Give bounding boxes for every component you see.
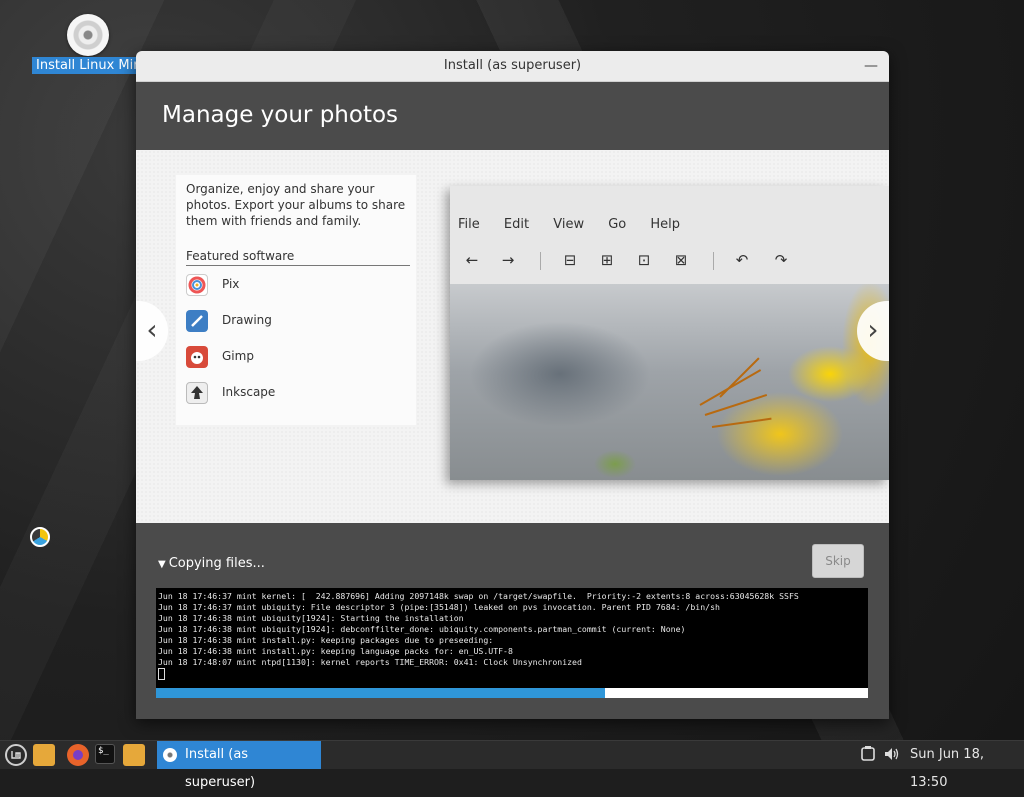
forward-arrow-icon: → [501, 251, 515, 269]
progress-bar-fill [156, 688, 605, 698]
pix-icon [186, 274, 208, 296]
volume-icon[interactable] [883, 745, 901, 765]
preview-menu-item: File [458, 217, 480, 232]
progress-bar [156, 688, 868, 698]
previous-slide-button[interactable]: ‹ [136, 301, 168, 361]
installer-window: Install (as superuser) — Manage your pho… [136, 51, 889, 719]
progress-status: Copying files... [168, 556, 265, 571]
terminal-cursor [158, 668, 165, 680]
pix-screenshot-preview: File Edit View Go Help ← → ⊟ ⊞ ⊡ ⊠ ↶ ↷ [450, 186, 889, 480]
gimp-icon [186, 346, 208, 368]
zoom-in-icon: ⊞ [600, 251, 614, 269]
zoom-out-icon: ⊟ [563, 251, 577, 269]
app-item-inkscape: Inkscape [186, 382, 406, 406]
home-folder-icon[interactable] [123, 744, 145, 766]
clock[interactable]: Sun Jun 18, 13:50 [910, 741, 1024, 797]
terminal-glyph: $_ [98, 746, 109, 756]
preview-menu-item: Edit [503, 217, 530, 232]
window-titlebar[interactable]: Install (as superuser) — [136, 51, 889, 82]
log-text: Jun 18 17:46:37 mint kernel: [ 242.88769… [158, 591, 799, 667]
back-arrow-icon: ← [465, 251, 479, 269]
slide-info-panel: Organize, enjoy and share your photos. E… [176, 175, 416, 425]
preview-menu-item: Go [608, 217, 627, 232]
app-item-pix: Pix [186, 274, 406, 298]
zoom-fit-icon: ⊠ [674, 251, 688, 269]
preview-menu-item: Help [650, 217, 681, 232]
notifications-icon[interactable] [860, 745, 876, 765]
inkscape-icon [186, 382, 208, 404]
taskbar-window-button[interactable]: Install (as superuser) [157, 741, 321, 790]
preview-menubar: File Edit View Go Help [458, 217, 700, 232]
app-label: Gimp [222, 349, 254, 363]
terminal-icon[interactable]: $_ [95, 744, 115, 764]
zoom-actual-icon: ⊡ [637, 251, 651, 269]
preview-toolbar: File Edit View Go Help ← → ⊟ ⊞ ⊡ ⊠ ↶ ↷ [450, 186, 889, 284]
install-log-terminal[interactable]: Jun 18 17:46:37 mint kernel: [ 242.88769… [156, 588, 868, 688]
app-label: Pix [222, 277, 240, 291]
skip-button[interactable]: Skip [812, 544, 864, 578]
slideshow: Organize, enjoy and share your photos. E… [136, 150, 889, 523]
drawing-icon [186, 310, 208, 332]
app-item-gimp: Gimp [186, 346, 406, 370]
app-label: Drawing [222, 313, 272, 327]
disc-icon [67, 14, 109, 56]
lily-photo [450, 284, 889, 480]
toolbar-separator [540, 252, 541, 270]
preview-menu-item: View [553, 217, 585, 232]
app-item-drawing: Drawing [186, 310, 406, 334]
photo-detail [711, 417, 772, 428]
app-label: Inkscape [222, 385, 276, 399]
rotate-left-icon: ↶ [735, 251, 749, 269]
desktop-icon-label: Install Linux Mint [32, 57, 140, 74]
triangle-down-icon: ▼ [158, 559, 166, 570]
slide-header-title: Manage your photos [136, 82, 889, 150]
slide-description: Organize, enjoy and share your photos. E… [186, 182, 406, 228]
featured-software-title: Featured software [186, 249, 410, 266]
taskbar: $_ Install (as superuser) Sun Jun 18, 13… [0, 740, 1024, 790]
toolbar-separator [713, 252, 714, 270]
minimize-button[interactable]: — [861, 51, 881, 81]
desktop-app-icon[interactable] [30, 527, 50, 547]
rotate-right-icon: ↷ [774, 251, 788, 269]
details-expander[interactable]: ▼ Copying files... [158, 556, 265, 571]
mint-menu-icon[interactable] [5, 744, 27, 766]
progress-area: ▼ Copying files... Skip Jun 18 17:46:37 m… [136, 523, 889, 719]
installer-icon [163, 748, 177, 762]
photo-detail [719, 357, 760, 398]
window-title: Install (as superuser) [443, 58, 582, 73]
files-folder-icon[interactable] [33, 744, 55, 766]
taskbar-window-label: Install (as superuser) [185, 747, 256, 790]
firefox-icon[interactable] [67, 744, 89, 766]
